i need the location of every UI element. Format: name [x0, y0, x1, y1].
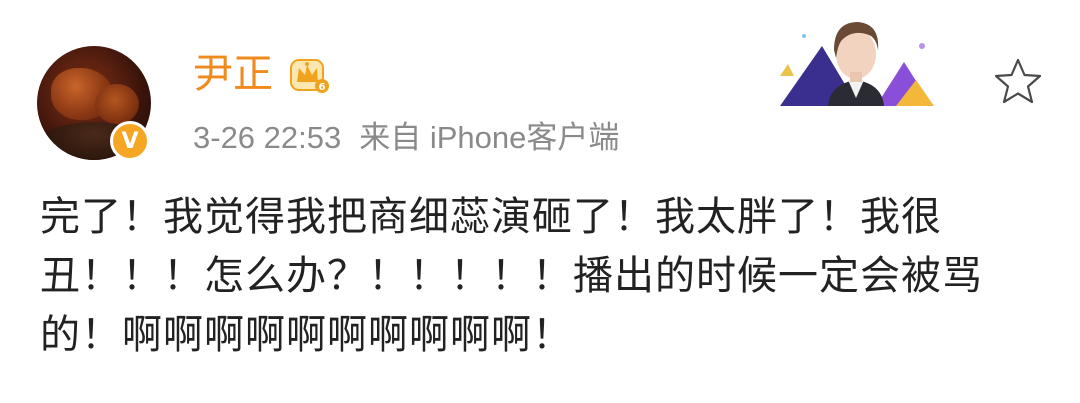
favorite-star-icon[interactable] — [992, 56, 1044, 108]
post-meta: 3-26 22:53 来自 iPhone客户端 — [193, 116, 619, 160]
deco-dot — [919, 43, 925, 49]
post-timestamp: 3-26 22:53 — [193, 120, 342, 155]
weibo-post: V 尹正 6 3-26 22:53 来自 iPhone客户端 完了！我觉得我把商细… — [0, 0, 1080, 403]
deco-dot — [802, 34, 806, 38]
username[interactable]: 尹正 — [193, 48, 273, 100]
verified-v-icon: V — [110, 121, 150, 161]
post-content-line: 完了！我觉得我把商细蕊演砸了！我太胖了！我很 — [40, 194, 942, 240]
deco-triangle — [780, 64, 794, 76]
post-content-line: 的！啊啊啊啊啊啊啊啊啊啊！ — [40, 312, 573, 358]
portrait-neck — [850, 72, 862, 82]
post-content: 完了！我觉得我把商细蕊演砸了！我太胖了！我很 丑！！！怎么办？！！！！！播出的时… — [40, 188, 1040, 365]
vip-crown-icon[interactable]: 6 — [290, 56, 330, 94]
post-content-line: 丑！！！怎么办？！！！！！播出的时候一定会被骂 — [40, 253, 983, 299]
avatar-food-secondary — [95, 84, 139, 124]
post-source: 来自 iPhone客户端 — [359, 120, 620, 155]
card-decoration — [780, 22, 934, 106]
vip-level: 6 — [319, 82, 326, 93]
